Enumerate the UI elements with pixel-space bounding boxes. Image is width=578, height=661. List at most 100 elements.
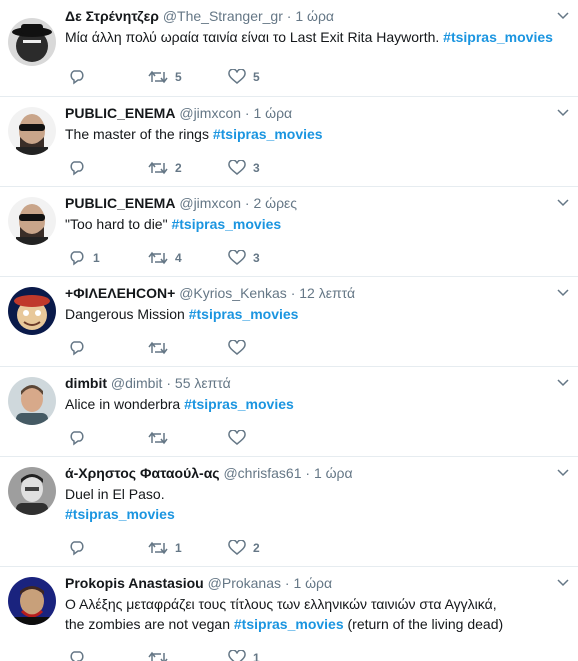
chevron-down-icon[interactable] [556,105,570,119]
tweet[interactable]: PUBLIC_ENEMA @jimxcon · 2 ώρες "Too hard… [0,187,578,277]
avatar[interactable] [8,467,56,515]
retweet-count: 2 [175,161,182,175]
reply-button[interactable]: 1 [68,248,100,268]
hashtag-link[interactable]: #tsipras_movies [65,506,175,522]
separator-dot: · [244,195,250,211]
timestamp[interactable]: 1 ώρα [253,105,292,121]
user-handle[interactable]: @Prokanas [208,575,281,591]
tweet-text-line2-tail: (return of the living dead) [343,616,504,632]
tweet[interactable]: Prokopis Anastasiou @Prokanas · 1 ώρα Ο … [0,567,578,661]
tweet-text-body: "Too hard to die" [65,216,172,232]
reply-icon [70,161,84,176]
like-button[interactable] [228,428,253,448]
tweet-text: The master of the rings #tsipras_movies [65,124,323,144]
separator-dot: · [286,8,292,24]
tweet-header: dimbit @dimbit · 55 λεπτά [65,373,231,393]
chevron-down-icon[interactable] [556,195,570,209]
heart-icon [228,160,246,175]
hashtag-link[interactable]: #tsipras_movies [443,29,553,45]
display-name[interactable]: PUBLIC_ENEMA [65,195,175,211]
retweet-icon [148,651,168,661]
heart-icon [228,430,246,445]
retweet-button[interactable] [148,648,175,661]
retweet-count: 5 [175,70,182,84]
chevron-down-icon[interactable] [556,465,570,479]
tweet-text: Dangerous Mission #tsipras_movies [65,304,298,324]
user-handle[interactable]: @jimxcon [179,195,241,211]
user-handle[interactable]: @dimbit [111,375,163,391]
avatar[interactable] [8,377,56,425]
retweet-button[interactable] [148,428,175,448]
timestamp[interactable]: 1 ώρα [314,465,353,481]
tweet-text: Ο Αλέξης μεταφράζει τους τίτλους των ελλ… [65,594,503,634]
like-button[interactable]: 3 [228,248,260,268]
display-name[interactable]: PUBLIC_ENEMA [65,105,175,121]
tweet-text: "Too hard to die" #tsipras_movies [65,214,281,234]
hashtag-link[interactable]: #tsipras_movies [171,216,281,232]
timestamp[interactable]: 55 λεπτά [175,375,231,391]
tweet-header: ά-Χρηστος Φαταούλ-ας @chrisfas61 · 1 ώρα [65,463,353,483]
separator-dot: · [244,105,250,121]
avatar[interactable] [8,107,56,155]
tweet[interactable]: dimbit @dimbit · 55 λεπτά Alice in wonde… [0,367,578,457]
retweet-button[interactable]: 2 [148,158,182,178]
hashtag-link[interactable]: #tsipras_movies [234,616,344,632]
tweet-feed: Δε Στρένητζερ @The_Stranger_gr · 1 ώρα Μ… [0,0,578,661]
user-handle[interactable]: @The_Stranger_gr [163,8,283,24]
tweet-header: Δε Στρένητζερ @The_Stranger_gr · 1 ώρα [65,6,334,26]
display-name[interactable]: ά-Χρηστος Φαταούλ-ας [65,465,220,481]
hashtag-link[interactable]: #tsipras_movies [189,306,299,322]
reply-button[interactable] [68,338,93,358]
user-handle[interactable]: @jimxcon [179,105,241,121]
timestamp[interactable]: 2 ώρες [253,195,297,211]
display-name[interactable]: Δε Στρένητζερ [65,8,159,24]
like-button[interactable]: 5 [228,67,260,87]
retweet-button[interactable]: 5 [148,67,182,87]
hashtag-link[interactable]: #tsipras_movies [184,396,294,412]
display-name[interactable]: dimbit [65,375,107,391]
separator-dot: · [284,575,290,591]
reply-button[interactable] [68,428,93,448]
chevron-down-icon[interactable] [556,575,570,589]
retweet-count: 1 [175,541,182,555]
like-button[interactable]: 1 [228,648,260,661]
tweet-text-body: Ο Αλέξης μεταφράζει τους τίτλους των ελλ… [65,596,497,612]
avatar[interactable] [8,18,56,66]
timestamp[interactable]: 1 ώρα [293,575,332,591]
tweet[interactable]: PUBLIC_ENEMA @jimxcon · 1 ώρα The master… [0,97,578,187]
retweet-button[interactable] [148,338,175,358]
retweet-button[interactable]: 1 [148,538,182,558]
reply-button[interactable] [68,158,93,178]
reply-icon [70,541,84,556]
user-handle[interactable]: @Kyrios_Kenkas [179,285,287,301]
like-button[interactable] [228,338,253,358]
chevron-down-icon[interactable] [556,285,570,299]
avatar[interactable] [8,577,56,625]
like-button[interactable]: 2 [228,538,260,558]
avatar[interactable] [8,197,56,245]
display-name[interactable]: Prokopis Anastasiou [65,575,204,591]
heart-icon [228,69,246,84]
tweet[interactable]: +ΦΙΛΕΛΕΗCON+ @Kyrios_Kenkas · 12 λεπτά D… [0,277,578,367]
retweet-icon [148,251,168,265]
reply-button[interactable] [68,538,93,558]
timestamp[interactable]: 12 λεπτά [299,285,355,301]
tweet-text-body: Dangerous Mission [65,306,189,322]
user-handle[interactable]: @chrisfas61 [223,465,301,481]
hashtag-link[interactable]: #tsipras_movies [213,126,323,142]
tweet[interactable]: ά-Χρηστος Φαταούλ-ας @chrisfas61 · 1 ώρα… [0,457,578,567]
like-count: 2 [253,541,260,555]
timestamp[interactable]: 1 ώρα [295,8,334,24]
like-button[interactable]: 3 [228,158,260,178]
chevron-down-icon[interactable] [556,8,570,22]
retweet-button[interactable]: 4 [148,248,182,268]
tweet-header: PUBLIC_ENEMA @jimxcon · 2 ώρες [65,193,297,213]
retweet-icon [148,161,168,175]
reply-button[interactable] [68,648,93,661]
avatar[interactable] [8,287,56,335]
like-count: 1 [253,651,260,661]
tweet[interactable]: Δε Στρένητζερ @The_Stranger_gr · 1 ώρα Μ… [0,0,578,97]
display-name[interactable]: +ΦΙΛΕΛΕΗCON+ [65,285,175,301]
reply-button[interactable] [68,67,93,87]
chevron-down-icon[interactable] [556,375,570,389]
